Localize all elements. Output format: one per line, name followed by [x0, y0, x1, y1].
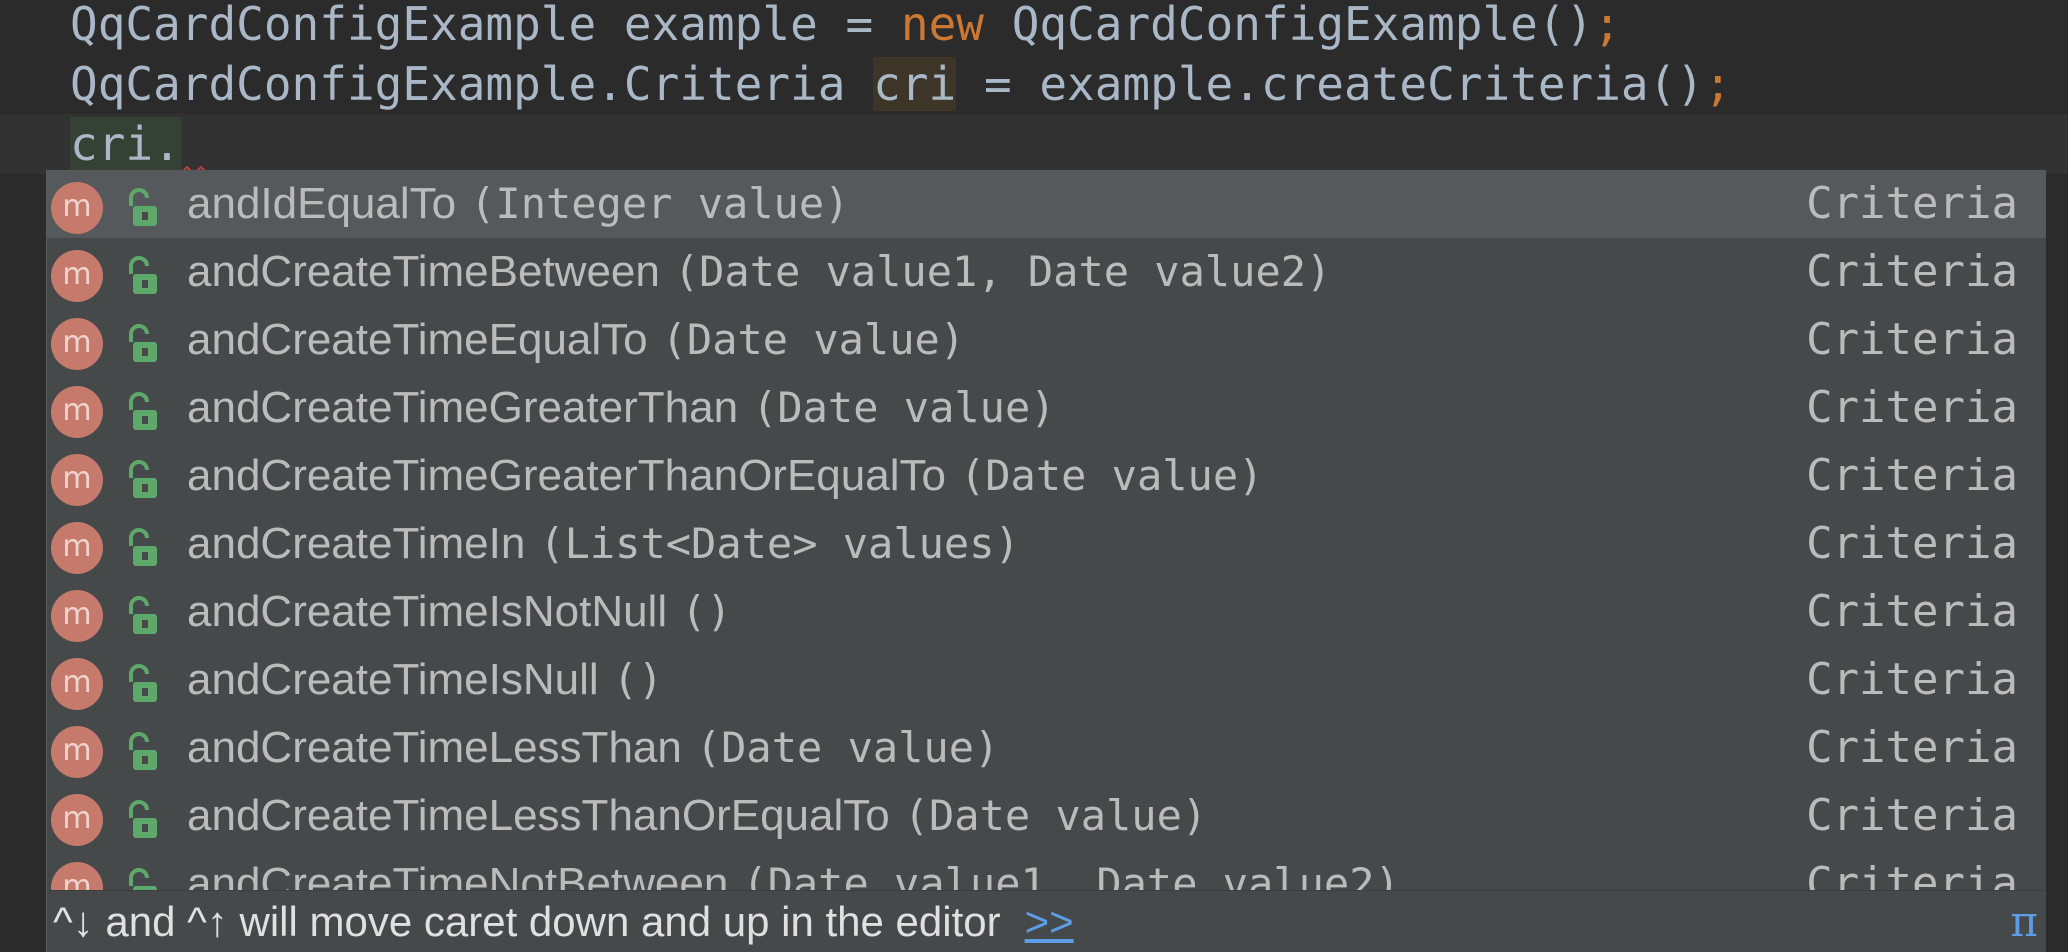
- method-icon: m: [51, 794, 103, 846]
- return-type: Criteria: [1806, 382, 2018, 433]
- method-name: andCreateTimeGreaterThanOrEqualTo: [187, 451, 946, 500]
- completion-item[interactable]: m andCreateTimeNotBetween (Date value1, Da…: [47, 850, 2046, 890]
- completion-signature: andCreateTimeEqualTo (Date value): [187, 306, 965, 374]
- method-params: (Date value): [661, 315, 966, 364]
- method-name: andCreateTimeIsNotNull: [187, 587, 668, 636]
- completion-signature: andCreateTimeIsNotNull (): [187, 578, 732, 646]
- method-name: andCreateTimeIn: [187, 519, 526, 568]
- unlocked-public-icon: [129, 188, 157, 226]
- return-type: Criteria: [1806, 314, 2018, 365]
- method-name: andIdEqualTo: [187, 179, 457, 228]
- method-icon: m: [51, 522, 103, 574]
- return-type: Criteria: [1806, 654, 2018, 705]
- unlocked-public-icon: [129, 392, 157, 430]
- completion-signature: andCreateTimeIn (List<Date> values): [187, 510, 1020, 578]
- completion-item[interactable]: m andCreateTimeIsNotNull () Criteria: [47, 578, 2046, 646]
- method-icon: m: [51, 318, 103, 370]
- variable-name: example: [623, 0, 818, 51]
- type-name: QqCardConfigExample.Criteria: [70, 57, 846, 111]
- completion-signature: andCreateTimeLessThan (Date value): [187, 714, 999, 782]
- semicolon: ;: [1704, 57, 1732, 111]
- unlocked-public-icon: [129, 800, 157, 838]
- method-params: (Date value1, Date value2): [673, 247, 1332, 296]
- method-icon: m: [51, 182, 103, 234]
- unlocked-public-icon: [129, 528, 157, 566]
- method-params: (List<Date> values): [539, 519, 1020, 568]
- method-params: (Date value): [752, 383, 1056, 432]
- code-line-3-current[interactable]: cri.: [0, 114, 2068, 176]
- completion-signature: andIdEqualTo (Integer value): [187, 170, 849, 238]
- method-name: andCreateTimeIsNull: [187, 655, 599, 704]
- completion-signature: andCreateTimeNotBetween (Date value1, Dat…: [187, 850, 1400, 890]
- return-type: Criteria: [1806, 790, 2018, 841]
- method-icon: m: [51, 590, 103, 642]
- method-icon: m: [51, 862, 103, 890]
- return-type: Criteria: [1806, 586, 2018, 637]
- return-type: Criteria: [1806, 858, 2018, 890]
- method-name: andCreateTimeBetween: [187, 247, 660, 296]
- completion-item[interactable]: m andCreateTimeIsNull () Criteria: [47, 646, 2046, 714]
- unlocked-public-icon: [129, 868, 157, 890]
- completion-signature: andCreateTimeGreaterThan (Date value): [187, 374, 1056, 442]
- method-name: andCreateTimeEqualTo: [187, 315, 648, 364]
- method-name: andCreateTimeLessThan: [187, 723, 682, 772]
- completion-signature: andCreateTimeGreaterThanOrEqualTo (Date v…: [187, 442, 1263, 510]
- method-params: (Date value): [695, 723, 1000, 772]
- completion-item[interactable]: m andCreateTimeGreaterThan (Date value) Cri…: [47, 374, 2046, 442]
- semicolon: ;: [1593, 0, 1621, 51]
- method-icon: m: [51, 386, 103, 438]
- method-name: andCreateTimeLessThanOrEqualTo: [187, 791, 890, 840]
- completion-item[interactable]: m andIdEqualTo (Integer value) Criteria: [47, 170, 2046, 238]
- completion-item[interactable]: m andCreateTimeEqualTo (Date value) Criteri…: [47, 306, 2046, 374]
- method-params: (Integer value): [470, 179, 850, 228]
- footer-more-link[interactable]: >>: [1025, 898, 1074, 945]
- completion-list[interactable]: m andIdEqualTo (Integer value) Criteria m and…: [47, 170, 2046, 890]
- return-type: Criteria: [1806, 178, 2018, 229]
- method-params: (Date value): [959, 451, 1264, 500]
- completion-item[interactable]: m andCreateTimeLessThan (Date value) Criter…: [47, 714, 2046, 782]
- pi-icon[interactable]: π: [2010, 893, 2038, 951]
- footer-hint-line: ^↓ and ^↑ will move caret down and up in…: [53, 893, 1074, 951]
- assign-operator: =: [845, 0, 874, 51]
- return-type: Criteria: [1806, 518, 2018, 569]
- completion-signature: andCreateTimeIsNull (): [187, 646, 663, 714]
- method-params: (): [612, 655, 664, 704]
- return-type: Criteria: [1806, 450, 2018, 501]
- method-params: (Date value1, Date value2): [742, 859, 1400, 890]
- completion-item[interactable]: m andCreateTimeLessThanOrEqualTo (Date val…: [47, 782, 2046, 850]
- unlocked-public-icon: [129, 256, 157, 294]
- expression: = example.createCriteria(): [983, 57, 1705, 111]
- method-params: (Date value): [903, 791, 1208, 840]
- method-icon: m: [51, 454, 103, 506]
- completion-signature: andCreateTimeBetween (Date value1, Date v…: [187, 238, 1331, 306]
- method-icon: m: [51, 658, 103, 710]
- method-name: andCreateTimeNotBetween: [187, 859, 729, 890]
- return-type: Criteria: [1806, 246, 2018, 297]
- code-line-1[interactable]: QqCardConfigExample example = new QqCard…: [0, 0, 2068, 54]
- method-name: andCreateTimeGreaterThan: [187, 383, 739, 432]
- unlocked-public-icon: [129, 664, 157, 702]
- unlocked-public-icon: [129, 732, 157, 770]
- method-params: (): [681, 587, 732, 636]
- unlocked-public-icon: [129, 324, 157, 362]
- method-icon: m: [51, 250, 103, 302]
- completion-popup[interactable]: m andIdEqualTo (Integer value) Criteria m and…: [46, 170, 2046, 952]
- completion-signature: andCreateTimeLessThanOrEqualTo (Date valu…: [187, 782, 1207, 850]
- constructor-call: QqCardConfigExample(): [1011, 0, 1594, 51]
- completion-footer: ^↓ and ^↑ will move caret down and up in…: [47, 890, 2046, 952]
- return-type: Criteria: [1806, 722, 2018, 773]
- code-line-2[interactable]: QqCardConfigExample.Criteria cri = examp…: [0, 54, 2068, 114]
- unlocked-public-icon: [129, 460, 157, 498]
- type-name: QqCardConfigExample: [70, 0, 597, 51]
- keyword-new: new: [900, 0, 984, 51]
- method-icon: m: [51, 726, 103, 778]
- unlocked-public-icon: [129, 596, 157, 634]
- completion-item[interactable]: m andCreateTimeGreaterThanOrEqualTo (Date …: [47, 442, 2046, 510]
- footer-hint: ^↓ and ^↑ will move caret down and up in…: [53, 898, 1001, 945]
- completion-item[interactable]: m andCreateTimeIn (List<Date> values) Crite…: [47, 510, 2046, 578]
- typed-text: cri.: [70, 117, 181, 171]
- completion-item[interactable]: m andCreateTimeBetween (Date value1, Date …: [47, 238, 2046, 306]
- highlighted-variable: cri: [873, 57, 957, 111]
